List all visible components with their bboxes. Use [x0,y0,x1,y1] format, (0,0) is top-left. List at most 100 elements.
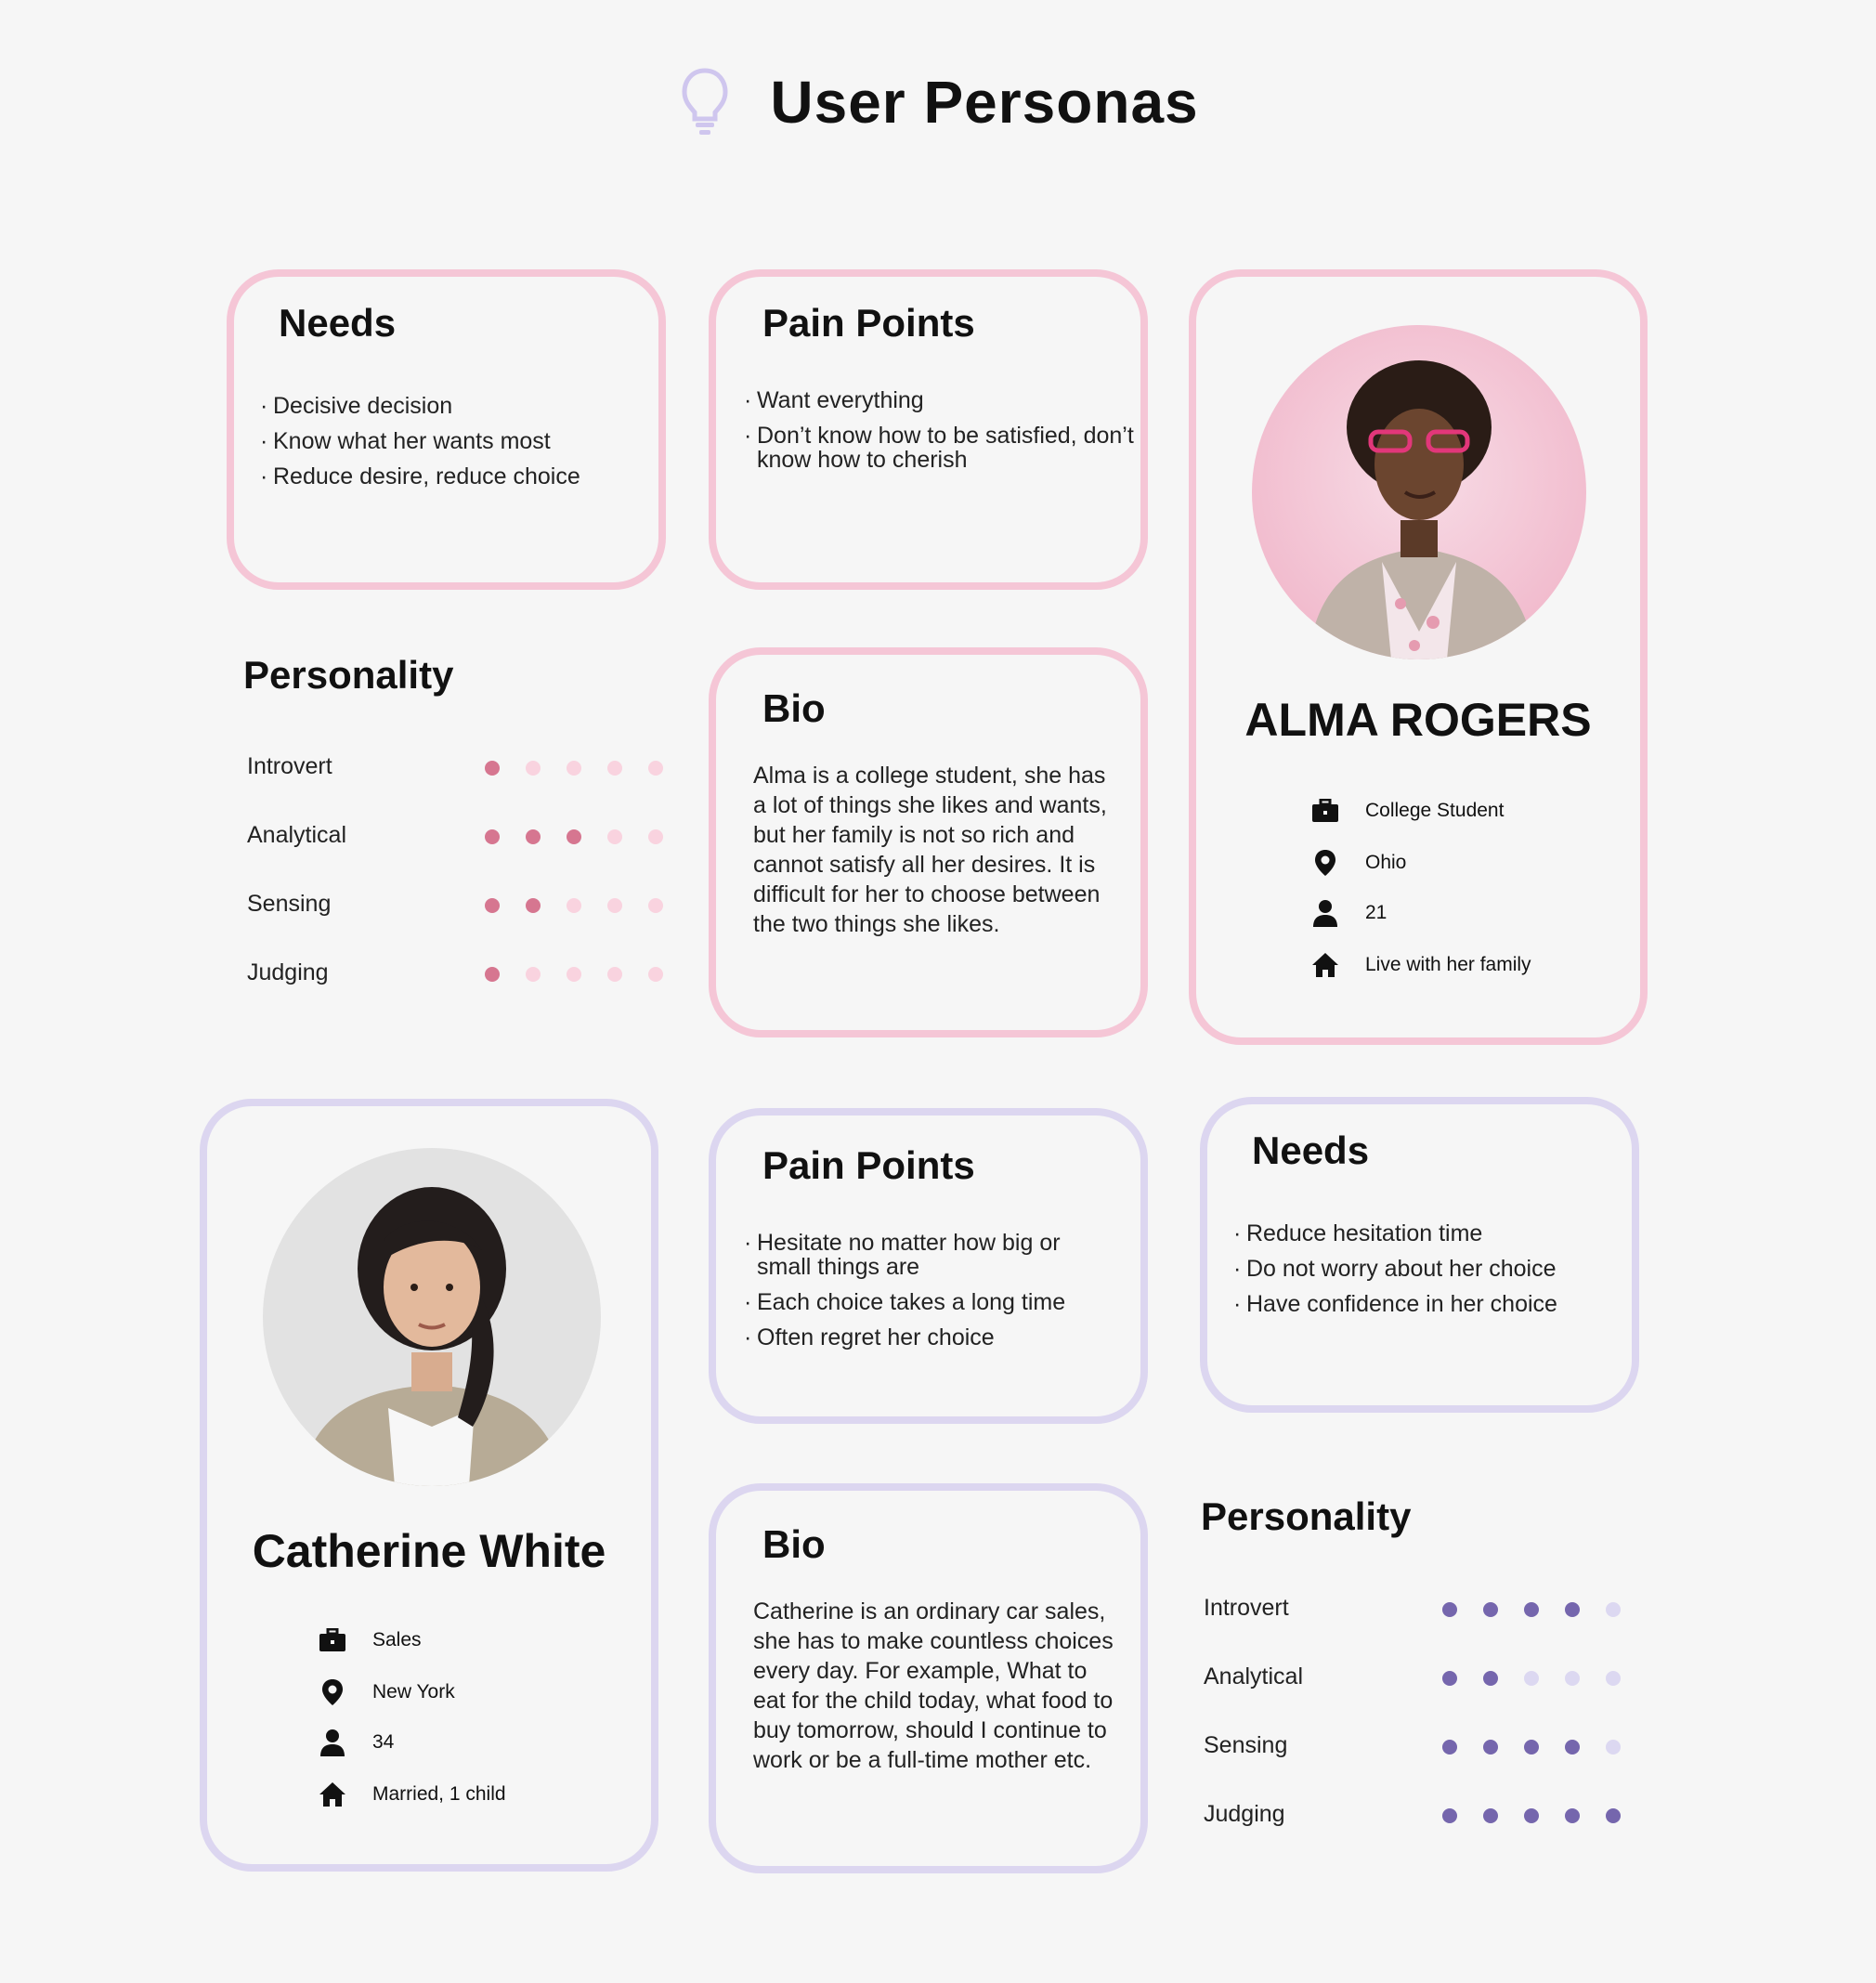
trait-label: Introvert [1204,1595,1289,1621]
rating-dot [1606,1808,1621,1823]
rating-dot [567,761,581,776]
rating-dot [607,967,622,982]
list-item: Each choice takes a long time [744,1290,1115,1314]
persona-name: Catherine White [252,1525,606,1577]
briefcase-icon [1311,797,1339,825]
rating-dot [1606,1740,1621,1755]
catherine-needs-card: Needs Reduce hesitation time Do not worr… [1200,1097,1639,1413]
alma-profile-card: ALMA ROGERS College Student Ohio 21 Live… [1189,269,1648,1045]
rating-dot [1442,1740,1457,1755]
trait-rating [485,898,663,913]
pain-points-list: Hesitate no matter how big or small thin… [744,1231,1115,1350]
home-icon [319,1781,346,1808]
rating-dot [1442,1808,1457,1823]
location-pin-icon [1311,849,1339,877]
occupation-text: Sales [372,1629,422,1650]
list-item: Do not worry about her choice [1233,1251,1623,1286]
rating-dot [1442,1602,1457,1617]
living-row: Married, 1 child [319,1781,506,1808]
bio-text: Alma is a college student, she has a lot… [753,763,1107,937]
rating-dot [526,829,541,844]
rating-dot [526,761,541,776]
living-row: Live with her family [1311,951,1531,979]
location-row: Ohio [1311,849,1406,877]
living-text: Married, 1 child [372,1783,506,1805]
catherine-bio-card: Bio Catherine is an ordinary car sales, … [709,1483,1148,1873]
card-heading: Bio [762,686,826,730]
trait-rating [1442,1740,1621,1755]
avatar [263,1148,601,1486]
list-item: Want everything [744,388,1134,412]
rating-dot [526,898,541,913]
rating-dot [1565,1602,1580,1617]
rating-dot [485,829,500,844]
rating-dot [1483,1602,1498,1617]
location-text: New York [372,1681,455,1703]
age-row: 21 [1311,899,1387,927]
rating-dot [1483,1671,1498,1686]
avatar [1252,325,1586,659]
occupation-row: Sales [319,1626,422,1654]
catherine-personality-heading: Personality [1201,1494,1412,1538]
rating-dot [1565,1808,1580,1823]
alma-needs-card: Needs Decisive decision Know what her wa… [227,269,666,590]
list-item: Reduce hesitation time [1233,1216,1623,1251]
rating-dot [1483,1740,1498,1755]
location-pin-icon [319,1678,346,1706]
rating-dot [567,898,581,913]
trait-rating [485,967,663,982]
occupation-row: College Student [1311,797,1504,825]
card-heading: Bio [762,1522,826,1566]
alma-bio-card: Bio Alma is a college student, she has a… [709,647,1148,1037]
trait-label: Sensing [247,891,332,917]
page-title-group: User Personas [677,65,1198,139]
trait-rating [485,829,663,844]
age-text: 34 [372,1731,395,1753]
person-icon [319,1729,346,1756]
trait-label: Judging [1204,1801,1285,1827]
rating-dot [607,761,622,776]
rating-dot [607,898,622,913]
rating-dot [1565,1671,1580,1686]
card-heading: Needs [279,301,397,345]
rating-dot [1606,1602,1621,1617]
person-icon [1311,899,1339,927]
trait-label: Sensing [1204,1732,1288,1758]
location-row: New York [319,1678,455,1706]
persona-name: ALMA ROGERS [1244,694,1592,746]
alma-pain-points-card: Pain Points Want everything Don’t know h… [709,269,1148,590]
page-title: User Personas [770,69,1199,136]
card-heading: Needs [1252,1128,1370,1172]
rating-dot [1442,1671,1457,1686]
rating-dot [567,829,581,844]
rating-dot [1565,1740,1580,1755]
catherine-profile-card: Catherine White Sales New York 34 Marrie… [200,1099,658,1872]
rating-dot [1483,1808,1498,1823]
list-item: Don’t know how to be satisfied, don’t kn… [744,424,1134,472]
page-header: User Personas [0,65,1876,144]
list-item: Decisive decision [260,388,650,424]
trait-label: Introvert [247,753,332,779]
lightbulb-icon [682,68,728,135]
rating-dot [1524,1740,1539,1755]
list-item: Know what her wants most [260,424,650,459]
rating-dot [1524,1602,1539,1617]
needs-list: Decisive decision Know what her wants mo… [260,388,650,494]
list-item: Have confidence in her choice [1233,1286,1623,1322]
rating-dot [485,761,500,776]
occupation-text: College Student [1365,800,1505,821]
trait-rating [1442,1671,1621,1686]
rating-dot [1524,1671,1539,1686]
rating-dot [607,829,622,844]
rating-dot [1606,1671,1621,1686]
age-text: 21 [1365,902,1387,923]
alma-portrait-image [1252,325,1586,659]
list-item: Hesitate no matter how big or small thin… [744,1231,1115,1279]
rating-dot [526,967,541,982]
age-row: 34 [319,1729,394,1756]
rating-dot [648,967,663,982]
trait-label: Analytical [247,822,346,848]
catherine-portrait-image [263,1148,601,1486]
bio-text: Catherine is an ordinary car sales, she … [753,1598,1114,1773]
rating-dot [648,829,663,844]
